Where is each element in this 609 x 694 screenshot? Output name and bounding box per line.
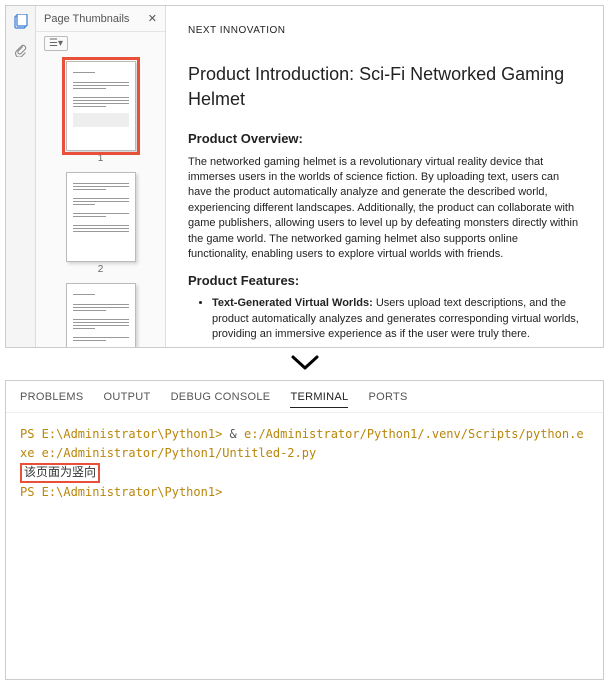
thumbnail-label: 1 <box>42 153 159 164</box>
overview-body: The networked gaming helmet is a revolut… <box>188 155 581 263</box>
thumbnails-panel: Page Thumbnails ✕ ☰▾ 1 <box>36 6 166 347</box>
feature-item: Text-Generated Virtual Worlds: Users upl… <box>212 296 581 342</box>
document-title: Product Introduction: Sci-Fi Networked G… <box>188 62 581 112</box>
tab-output[interactable]: OUTPUT <box>104 391 151 408</box>
terminal-command: e:/Administrator/Python1/.venv/Scripts/p… <box>244 427 584 441</box>
thumbnails-toolbar: ☰▾ <box>36 32 165 55</box>
thumbnail-page-1[interactable] <box>66 61 136 151</box>
left-rail <box>6 6 36 347</box>
terminal-panel: PROBLEMS OUTPUT DEBUG CONSOLE TERMINAL P… <box>5 380 604 680</box>
thumbnail-3[interactable]: 3 <box>42 283 159 347</box>
terminal-amp: & <box>230 427 237 441</box>
tab-problems[interactable]: PROBLEMS <box>20 391 84 408</box>
thumbnail-2[interactable]: 2 <box>42 172 159 275</box>
features-list: Text-Generated Virtual Worlds: Users upl… <box>212 296 581 347</box>
thumbnail-page-2[interactable] <box>66 172 136 262</box>
terminal-prompt: PS E:\Administrator\Python1> <box>20 485 222 499</box>
thumbnails-title: Page Thumbnails <box>44 13 129 25</box>
terminal-prompt: PS E:\Administrator\Python1> <box>20 427 222 441</box>
tab-terminal[interactable]: TERMINAL <box>290 391 348 408</box>
thumbnail-1[interactable]: 1 <box>42 61 159 164</box>
thumbnail-page-3[interactable] <box>66 283 136 347</box>
terminal-command-cont: xe e:/Administrator/Python1/Untitled-2.p… <box>20 446 316 460</box>
flow-arrow-icon <box>0 353 609 376</box>
terminal-output-highlighted: 该页面为竖向 <box>20 463 100 483</box>
overview-heading: Product Overview: <box>188 130 581 148</box>
close-icon[interactable]: ✕ <box>148 12 157 25</box>
tab-ports[interactable]: PORTS <box>368 391 407 408</box>
features-heading: Product Features: <box>188 272 581 290</box>
tab-debug-console[interactable]: DEBUG CONSOLE <box>171 391 271 408</box>
terminal-tabs: PROBLEMS OUTPUT DEBUG CONSOLE TERMINAL P… <box>6 381 603 413</box>
thumbnails-icon[interactable] <box>13 14 29 33</box>
attachment-icon[interactable] <box>14 43 28 60</box>
thumbnails-header: Page Thumbnails ✕ <box>36 6 165 32</box>
document-brand: NEXT INNOVATION <box>188 24 581 38</box>
thumbnail-label: 2 <box>42 264 159 275</box>
options-icon[interactable]: ☰▾ <box>44 36 68 51</box>
document-view[interactable]: NEXT INNOVATION Product Introduction: Sc… <box>166 6 603 347</box>
thumbnails-list[interactable]: 1 2 3 <box>36 55 165 347</box>
terminal-body[interactable]: PS E:\Administrator\Python1> & e:/Admini… <box>6 413 603 679</box>
pdf-viewer-panel: Page Thumbnails ✕ ☰▾ 1 <box>5 5 604 348</box>
